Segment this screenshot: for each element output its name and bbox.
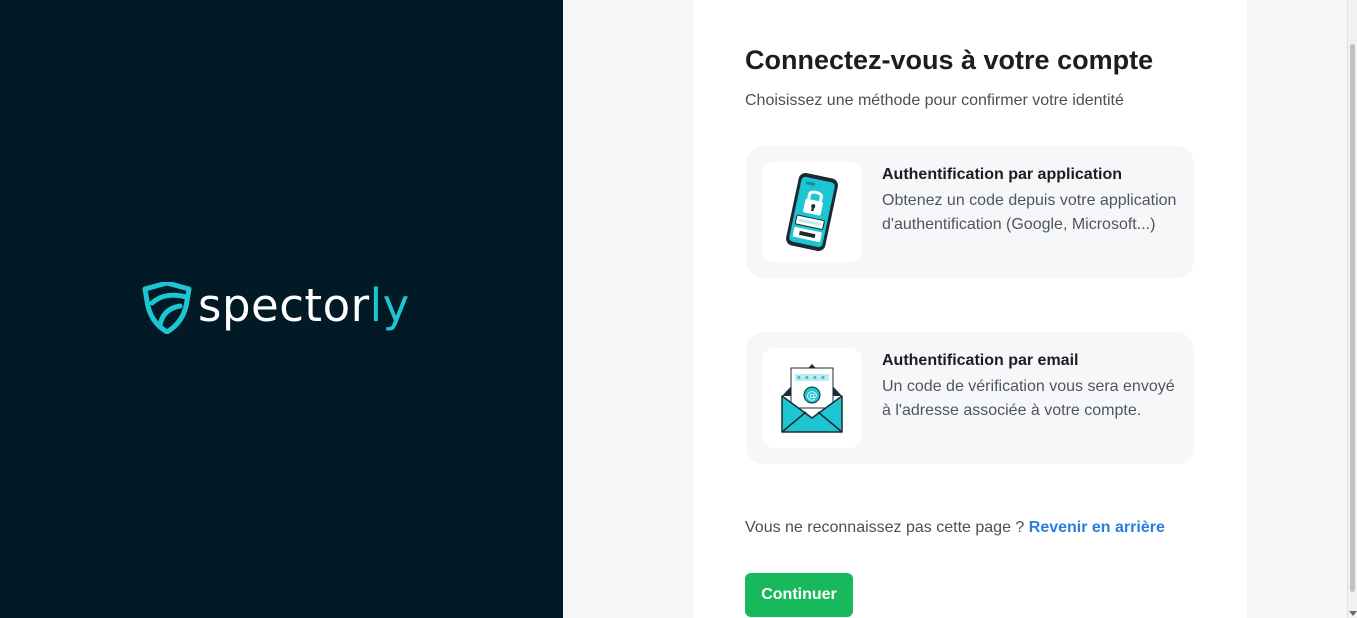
page-scrollbar[interactable]	[1347, 0, 1357, 618]
option-description: Obtenez un code depuis votre application…	[882, 192, 1177, 233]
option-illustration	[762, 162, 862, 262]
back-prompt-text: Vous ne reconnaissez pas cette page ?	[745, 519, 1025, 536]
option-email-authentication[interactable]: @ Authentification par email Un code de …	[746, 332, 1194, 464]
phone-lock-icon	[786, 172, 838, 252]
scrollbar-thumb[interactable]	[1350, 44, 1355, 592]
page-title: Connectez-vous à votre compte	[745, 45, 1154, 75]
page-subtitle: Choisissez une méthode pour confirmer vo…	[745, 92, 1124, 109]
option-app-authentication[interactable]: Authentification par application Obtenez…	[746, 146, 1194, 278]
option-description: Un code de vérification vous sera envoyé…	[882, 378, 1175, 419]
logo-wordmark: spectorly	[198, 278, 410, 332]
option-illustration: @	[762, 348, 862, 448]
go-back-link[interactable]: Revenir en arrière	[1029, 519, 1165, 536]
shield-logo-icon	[142, 282, 192, 334]
envelope-email-icon: @	[781, 364, 843, 433]
brand-panel: spectorly	[0, 0, 563, 618]
continue-button[interactable]: Continuer	[745, 573, 853, 617]
option-title: Authentification par email	[882, 352, 1079, 369]
scroll-down-icon[interactable]	[1349, 611, 1357, 616]
option-title: Authentification par application	[882, 166, 1123, 183]
back-prompt: Vous ne reconnaissez pas cette page ? Re…	[745, 519, 1165, 537]
svg-text:@: @	[807, 389, 818, 402]
spectorly-logo: spectorly	[142, 282, 410, 334]
